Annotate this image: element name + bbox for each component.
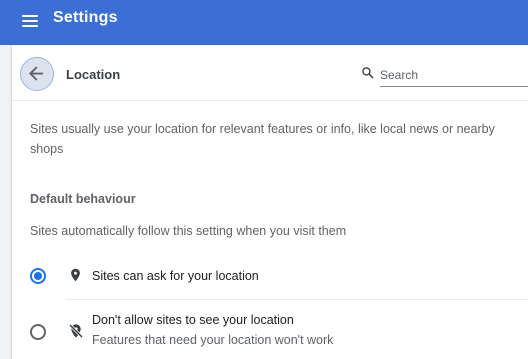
- menu-icon-bar: [22, 20, 38, 22]
- option-divider: [66, 299, 528, 300]
- app-header: Settings: [0, 0, 528, 45]
- arrow-left-icon: [29, 66, 44, 81]
- menu-icon-bar: [22, 15, 38, 17]
- option-block-location[interactable]: Don't allow sites to see your location F…: [12, 307, 528, 357]
- back-button[interactable]: [20, 57, 54, 91]
- option-block-sublabel: Features that need your location won't w…: [92, 333, 334, 347]
- menu-button[interactable]: [20, 12, 42, 30]
- location-description: Sites usually use your location for rele…: [30, 122, 495, 156]
- option-allow-location[interactable]: Sites can ask for your location: [12, 260, 528, 300]
- search-input[interactable]: [380, 64, 528, 87]
- page-title: Location: [66, 67, 121, 82]
- option-block-label: Don't allow sites to see your location: [92, 313, 294, 327]
- default-behaviour-subtext: Sites automatically follow this setting …: [30, 224, 347, 238]
- location-pin-icon: [71, 268, 80, 282]
- header-divider: [12, 100, 528, 101]
- app-title: Settings: [53, 9, 118, 26]
- location-off-icon: [68, 323, 84, 339]
- radio-allow-location[interactable]: [30, 268, 46, 284]
- default-behaviour-heading: Default behaviour: [30, 192, 136, 206]
- menu-icon-bar: [22, 25, 38, 27]
- search-icon[interactable]: [361, 66, 374, 79]
- settings-card: Location Sites usually use your location…: [12, 45, 528, 359]
- option-allow-label: Sites can ask for your location: [92, 269, 259, 283]
- radio-block-location[interactable]: [30, 324, 46, 340]
